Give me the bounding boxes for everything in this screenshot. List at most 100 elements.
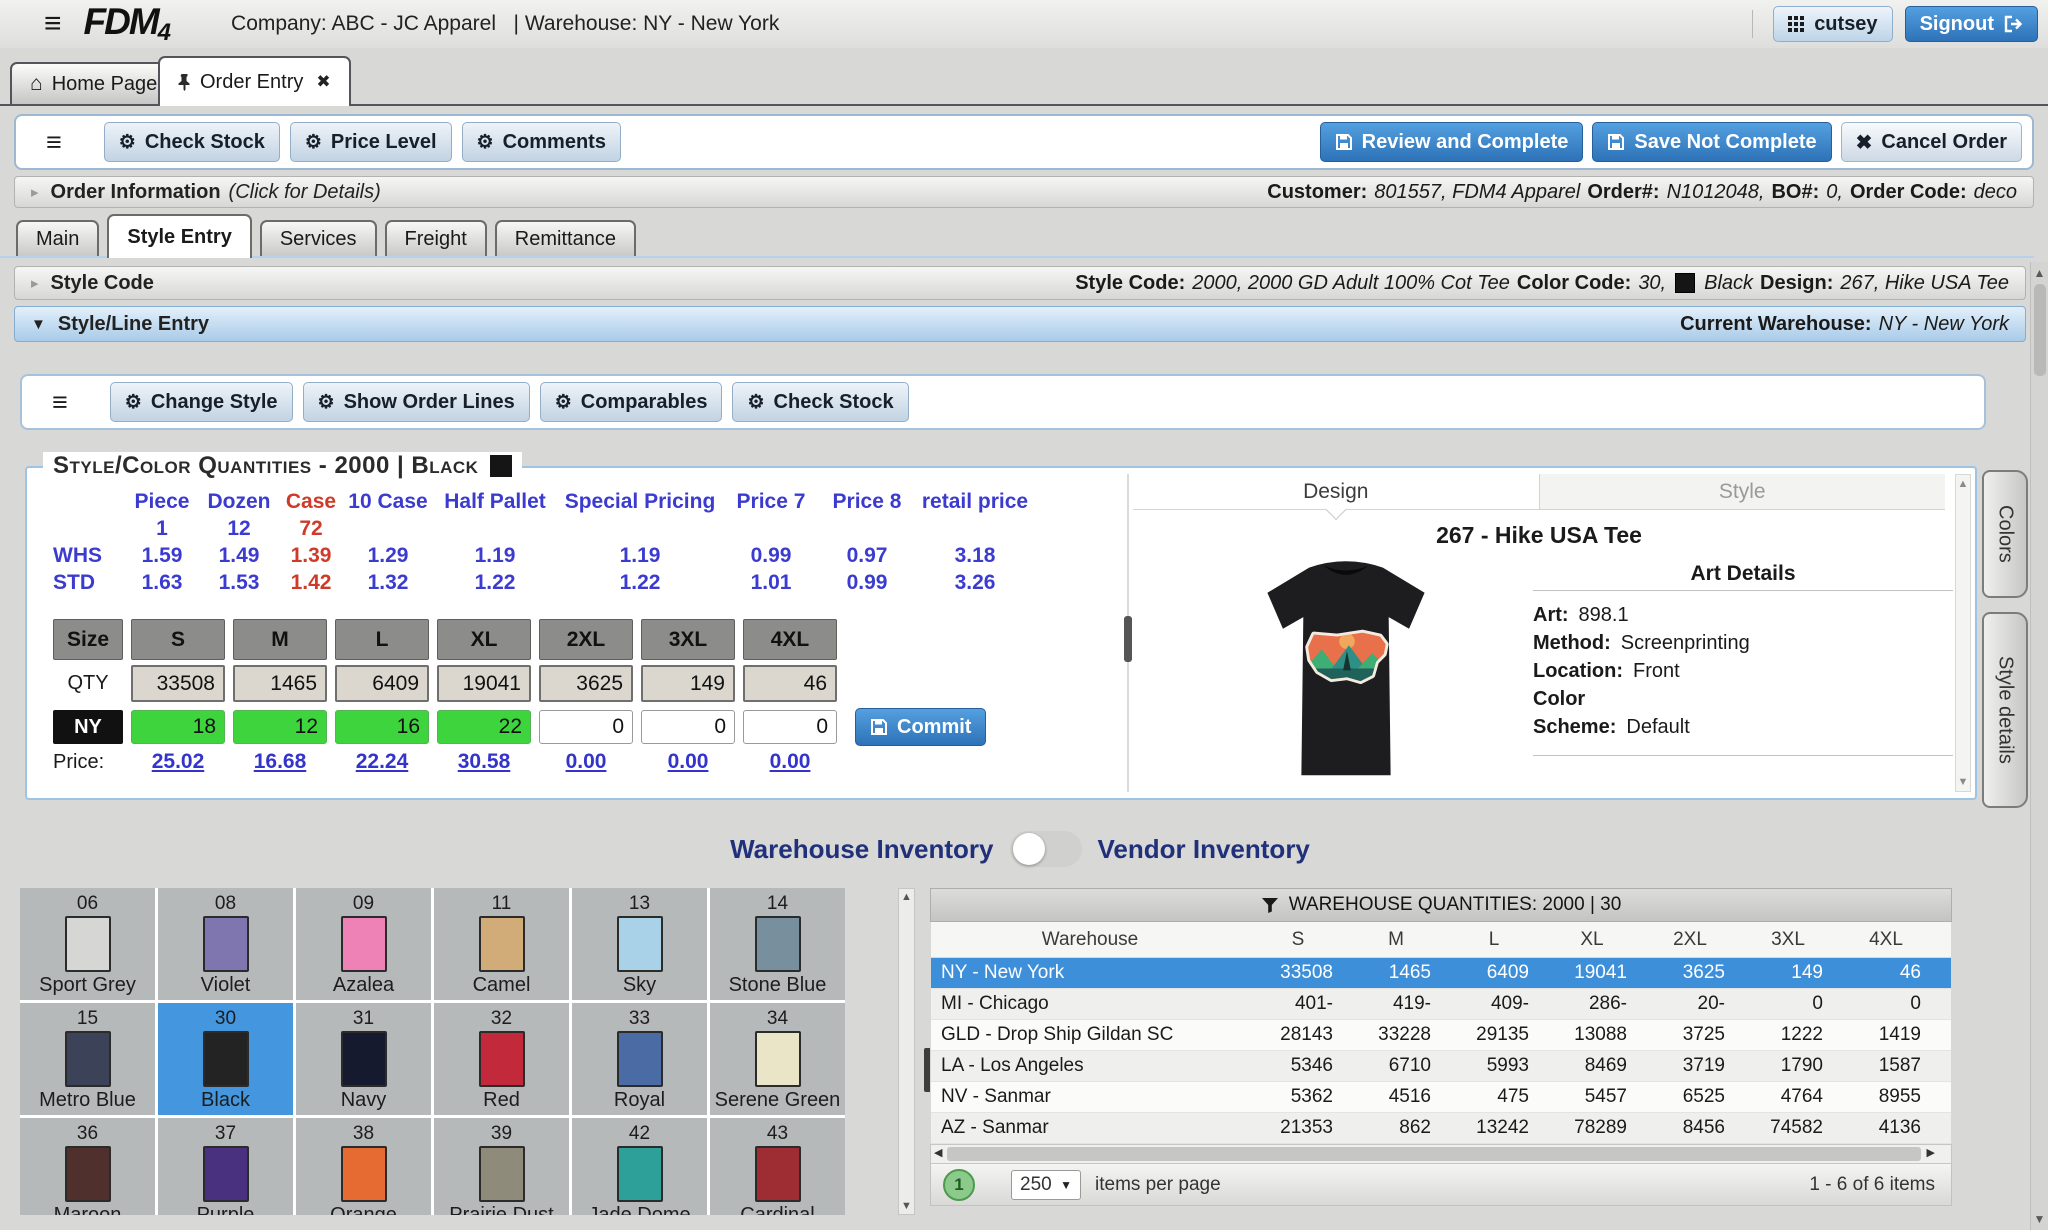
color-swatch-cell[interactable]: 34 Serene Green [710,1003,845,1115]
side-tab-style-details[interactable]: Style details [1982,612,2028,808]
order-qty-input[interactable] [743,710,837,744]
warehouse-row[interactable]: GLD - Drop Ship Gildan SC 28143 33228 29… [931,1020,1951,1051]
order-qty-input[interactable] [131,710,225,744]
order-qty-input[interactable] [539,710,633,744]
order-qty-input[interactable] [233,710,327,744]
price-level-button[interactable]: ⚙Price Level [290,122,452,162]
color-swatch-cell[interactable]: 38 Orange [296,1118,431,1215]
tab-style[interactable]: Style [1539,474,1946,509]
scrollbar-thumb[interactable] [947,1147,1921,1161]
review-and-complete-button[interactable]: Review and Complete [1320,122,1584,162]
color-swatch-cell[interactable]: 13 Sky [572,888,707,1000]
color-swatch-cell[interactable]: 06 Sport Grey [20,888,155,1000]
color-swatch-cell[interactable]: 14 Stone Blue [710,888,845,1000]
available-qty-field[interactable] [233,665,327,702]
available-qty-field[interactable] [131,665,225,702]
cancel-order-button[interactable]: ✖ Cancel Order [1841,122,2022,162]
scroll-down-icon[interactable]: ▼ [1958,776,1969,788]
color-swatch-cell[interactable]: 39 Prairie Dust [434,1118,569,1215]
available-qty-field[interactable] [743,665,837,702]
line-price-link[interactable]: 16.68 [254,750,307,773]
color-swatch-cell[interactable]: 42 Jade Dome [572,1118,707,1215]
line-price-link[interactable]: 22.24 [356,750,409,773]
order-information-bar[interactable]: ▸ Order Information (Click for Details) … [14,176,2034,208]
change-style-button[interactable]: ⚙Change Style [110,382,293,422]
menu-icon[interactable]: ≡ [44,9,62,39]
signout-button[interactable]: Signout [1905,6,2038,42]
std-price: 1.32 [343,571,433,595]
tab-design[interactable]: Design [1133,474,1539,509]
style-code-bar[interactable]: ▸ Style Code Style Code:2000, 2000 GD Ad… [14,266,2026,300]
entry-tab[interactable]: Main [16,220,99,256]
save-not-complete-button[interactable]: Save Not Complete [1592,122,1831,162]
close-tab-icon[interactable]: ✖ [316,72,330,92]
user-button[interactable]: cutsey [1773,6,1892,42]
page-size-select[interactable]: 250 ▼ [1011,1170,1081,1200]
color-swatch-cell[interactable]: 15 Metro Blue [20,1003,155,1115]
order-qty-input[interactable] [335,710,429,744]
std-row-label: STD [53,571,125,595]
color-swatch-cell[interactable]: 31 Navy [296,1003,431,1115]
color-swatch-cell[interactable]: 11 Camel [434,888,569,1000]
line-price-link[interactable]: 0.00 [566,750,607,773]
warehouse-row[interactable]: NV - Sanmar 5362 4516 475 5457 6525 4764… [931,1082,1951,1113]
comments-button[interactable]: ⚙Comments [462,122,621,162]
scroll-down-icon[interactable]: ▼ [2031,1212,2048,1226]
tab-order-entry[interactable]: Order Entry ✖ [158,56,351,106]
color-chip [65,1146,111,1202]
available-qty-field[interactable] [641,665,735,702]
warehouse-hscrollbar[interactable]: ◀ ▶ [930,1144,1952,1164]
color-swatch-cell[interactable]: 36 Maroon [20,1118,155,1215]
line-price-link[interactable]: 25.02 [152,750,205,773]
pane-resize-handle[interactable] [1124,616,1132,662]
design-panel-scrollbar[interactable]: ▲ ▼ [1955,474,1971,792]
toggle-knob[interactable] [1013,833,1045,865]
available-qty-field[interactable] [539,665,633,702]
scroll-up-icon[interactable]: ▲ [899,891,914,903]
line-price-link[interactable]: 0.00 [668,750,709,773]
line-toolbar-menu-icon[interactable]: ≡ [52,387,68,418]
tab-home-page[interactable]: ⌂ Home Page [10,62,177,104]
color-swatch-cell[interactable]: 33 Royal [572,1003,707,1115]
scroll-left-icon[interactable]: ◀ [934,1146,942,1159]
color-swatch-cell[interactable]: 43 Cardinal [710,1118,845,1215]
warehouse-row[interactable]: AZ - Sanmar 21353 862 13242 78289 8456 7… [931,1113,1951,1144]
order-qty-input[interactable] [437,710,531,744]
toolbar-menu-icon[interactable]: ≡ [46,127,62,158]
check-stock-button[interactable]: ⚙Check Stock [104,122,280,162]
entry-tab[interactable]: Services [260,220,377,256]
entry-tab[interactable]: Freight [385,220,487,256]
scroll-up-icon[interactable]: ▲ [1958,478,1969,490]
comparables-button[interactable]: ⚙Comparables [540,382,723,422]
color-swatch-cell[interactable]: 37 Purple [158,1118,293,1215]
warehouse-row[interactable]: MI - Chicago 401- 419- 409- 286- 20- 0 0 [931,989,1951,1020]
entry-tab[interactable]: Style Entry [107,214,251,258]
check-stock-line-button[interactable]: ⚙Check Stock [732,382,908,422]
style-line-entry-bar[interactable]: ▼ Style/Line Entry Current Warehouse: NY… [14,306,2026,342]
size-column-header: L [335,619,429,660]
available-qty-field[interactable] [335,665,429,702]
commit-button[interactable]: Commit [855,708,986,746]
inventory-toggle-switch[interactable] [1010,831,1082,867]
show-order-lines-button[interactable]: ⚙Show Order Lines [303,382,530,422]
color-swatch-cell[interactable]: 30 Black [158,1003,293,1115]
page-scrollbar[interactable]: ▲ ▼ [2030,262,2048,1230]
scroll-down-icon[interactable]: ▼ [899,1200,914,1212]
page-number-badge[interactable]: 1 [943,1169,975,1201]
color-grid-scrollbar[interactable]: ▲ ▼ [898,888,915,1215]
warehouse-row[interactable]: NY - New York 33508 1465 6409 19041 3625… [931,958,1951,989]
warehouse-row[interactable]: LA - Los Angeles 5346 6710 5993 8469 371… [931,1051,1951,1082]
order-qty-input[interactable] [641,710,735,744]
scroll-up-icon[interactable]: ▲ [2031,266,2048,280]
whs-price: 1.39 [279,544,343,568]
scrollbar-thumb[interactable] [2034,284,2046,376]
entry-tab[interactable]: Remittance [495,220,636,256]
color-swatch-cell[interactable]: 08 Violet [158,888,293,1000]
color-swatch-cell[interactable]: 32 Red [434,1003,569,1115]
available-qty-field[interactable] [437,665,531,702]
color-swatch-cell[interactable]: 09 Azalea [296,888,431,1000]
side-tab-colors[interactable]: Colors [1982,470,2028,598]
line-price-link[interactable]: 30.58 [458,750,511,773]
line-price-link[interactable]: 0.00 [770,750,811,773]
scroll-right-icon[interactable]: ▶ [1927,1146,1935,1159]
